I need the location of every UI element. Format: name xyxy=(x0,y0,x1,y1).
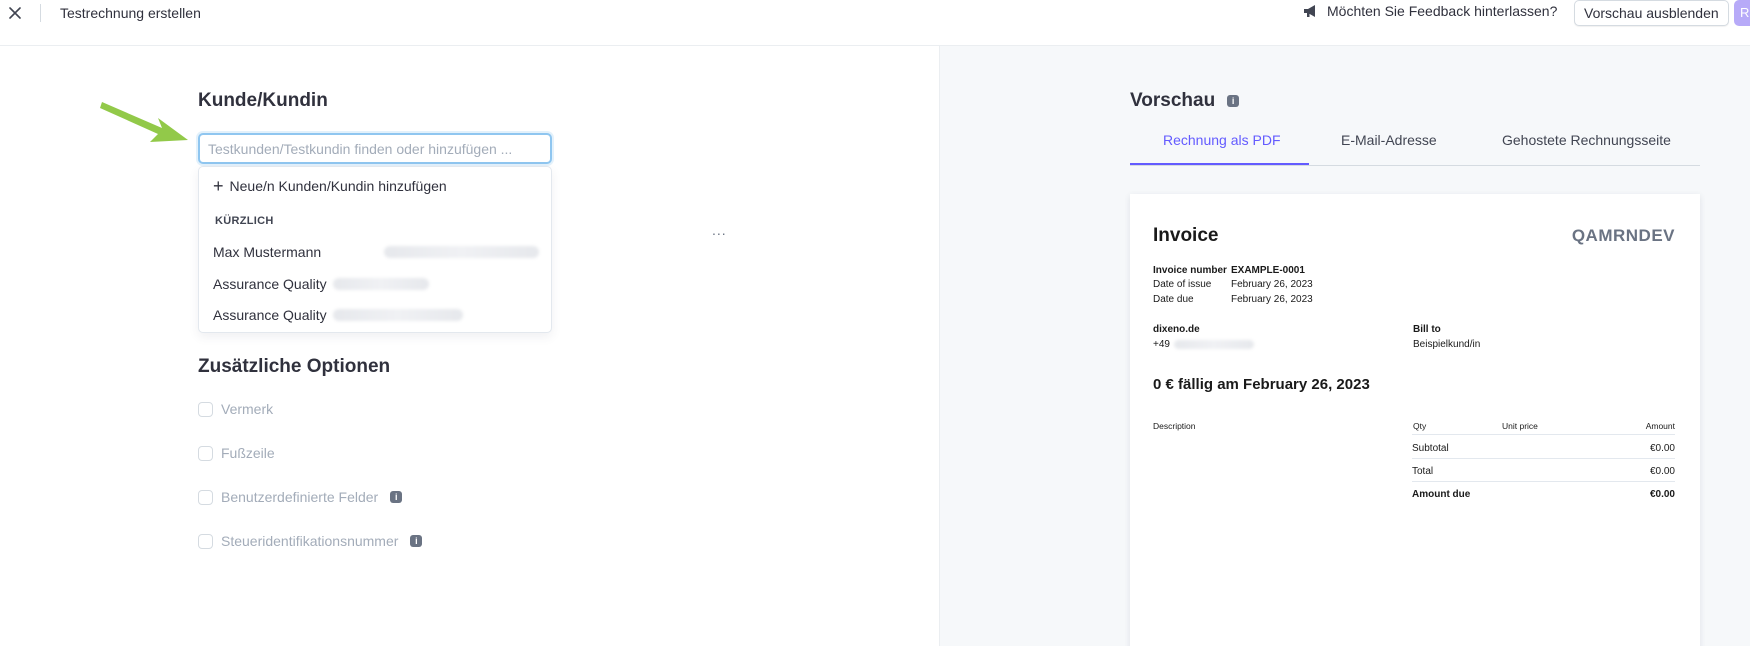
col-qty: Qty xyxy=(1413,421,1427,431)
customer-name: Assurance Quality xyxy=(213,276,327,292)
customer-dropdown: + Neue/n Kunden/Kundin hinzufügen KÜRZLI… xyxy=(198,166,552,333)
recent-label: KÜRZLICH xyxy=(215,215,274,227)
more-options-button[interactable]: ... xyxy=(712,222,727,238)
page-title: Testrechnung erstellen xyxy=(60,5,201,21)
col-unit-price: Unit price xyxy=(1502,421,1538,431)
preview-title-text: Vorschau xyxy=(1130,90,1216,111)
customer-list-item[interactable]: Max Mustermann xyxy=(213,239,539,265)
sender-phone-prefix: +49 xyxy=(1153,339,1170,350)
divider xyxy=(1412,458,1675,459)
info-icon[interactable]: i xyxy=(390,491,403,503)
amount-due-heading: 0 € fällig am February 26, 2023 xyxy=(1153,376,1370,393)
plus-icon: + xyxy=(213,176,224,196)
total-value: €0.00 xyxy=(1649,466,1675,477)
add-customer-label: Neue/n Kunden/Kundin hinzufügen xyxy=(229,178,447,194)
bill-to-label: Bill to xyxy=(1413,324,1441,335)
redacted-email xyxy=(384,246,539,258)
preview-tabs: Rechnung als PDF E-Mail-Adresse Gehostet… xyxy=(1130,126,1700,166)
option-label: Fußzeile xyxy=(221,445,275,461)
tab-pdf[interactable]: Rechnung als PDF xyxy=(1163,132,1281,162)
issue-date-label: Date of issue xyxy=(1153,279,1212,290)
total-label: Total xyxy=(1412,466,1434,477)
issue-date-value: February 26, 2023 xyxy=(1231,279,1313,290)
customer-section-title: Kunde/Kundin xyxy=(198,90,328,111)
amount-due-label: Amount due xyxy=(1412,489,1471,500)
invoice-title: Invoice xyxy=(1153,225,1219,246)
customer-name: Max Mustermann xyxy=(213,244,322,260)
redacted-email xyxy=(332,309,463,321)
annotation-arrow-icon xyxy=(100,102,188,142)
tab-hosted-page[interactable]: Gehostete Rechnungsseite xyxy=(1502,132,1671,162)
option-vermerk[interactable]: Vermerk xyxy=(198,401,273,417)
megaphone-icon xyxy=(1304,5,1315,17)
checkbox[interactable] xyxy=(198,445,213,461)
options-section-title: Zusätzliche Optionen xyxy=(198,356,391,377)
invoice-number-label: Invoice number xyxy=(1153,265,1227,276)
total-row: Total €0.00 xyxy=(1412,466,1675,477)
info-icon[interactable]: i xyxy=(1227,95,1240,107)
invoice-preview: Invoice QAMRNDEV Invoice number EXAMPLE-0… xyxy=(1130,194,1700,646)
preview-title: Vorschau i xyxy=(1130,90,1240,112)
customer-list-item[interactable]: Assurance Quality xyxy=(213,302,539,328)
subtotal-label: Subtotal xyxy=(1412,443,1449,454)
close-button[interactable] xyxy=(4,2,26,24)
due-date-value: February 26, 2023 xyxy=(1231,294,1313,305)
checkbox[interactable] xyxy=(198,401,213,417)
customer-name: Assurance Quality xyxy=(213,307,327,323)
redacted-phone xyxy=(1173,340,1254,349)
hide-preview-button[interactable]: Vorschau ausblenden xyxy=(1574,0,1729,26)
col-description: Description xyxy=(1153,421,1196,431)
invoice-company: QAMRNDEV xyxy=(1571,226,1675,245)
add-customer-option[interactable]: + Neue/n Kunden/Kundin hinzufügen xyxy=(213,177,447,195)
due-date-row: Date due February 26, 2023 xyxy=(1153,294,1313,305)
invoice-number-value: EXAMPLE-0001 xyxy=(1231,265,1305,276)
active-tab-indicator xyxy=(1130,163,1309,165)
divider xyxy=(1412,434,1675,435)
tab-email[interactable]: E-Mail-Adresse xyxy=(1341,132,1437,162)
invoice-number-row: Invoice number EXAMPLE-0001 xyxy=(1153,265,1305,276)
option-label: Benutzerdefinierte Felder xyxy=(221,489,379,505)
option-label: Steueridentifikationsnummer xyxy=(221,533,399,549)
option-custom-fields[interactable]: Benutzerdefinierte Felder i xyxy=(198,489,403,505)
feedback-link[interactable]: Möchten Sie Feedback hinterlassen? xyxy=(1303,3,1557,19)
redacted-email xyxy=(332,278,429,290)
subtotal-value: €0.00 xyxy=(1649,443,1675,454)
feedback-label: Möchten Sie Feedback hinterlassen? xyxy=(1327,3,1558,19)
customer-search-input[interactable] xyxy=(198,133,552,164)
top-bar: Testrechnung erstellen Möchten Sie Feedb… xyxy=(0,0,1750,46)
amount-due-value: €0.00 xyxy=(1649,489,1675,500)
bill-to-value: Beispielkund/in xyxy=(1413,339,1481,350)
due-date-label: Date due xyxy=(1153,294,1194,305)
customer-list-item[interactable]: Assurance Quality xyxy=(213,271,539,297)
divider xyxy=(1412,481,1675,482)
option-label: Vermerk xyxy=(221,401,274,417)
col-amount: Amount xyxy=(1645,421,1675,431)
info-icon[interactable]: i xyxy=(410,535,423,547)
close-icon xyxy=(9,7,21,19)
amount-due-row: Amount due €0.00 xyxy=(1412,489,1675,500)
top-divider xyxy=(40,4,41,22)
checkbox[interactable] xyxy=(198,533,213,549)
primary-action-button[interactable]: R xyxy=(1734,0,1750,26)
sender-phone: +49 xyxy=(1153,339,1254,350)
checkbox[interactable] xyxy=(198,489,213,505)
sender-name: dixeno.de xyxy=(1153,324,1200,335)
option-fusszeile[interactable]: Fußzeile xyxy=(198,445,275,461)
subtotal-row: Subtotal €0.00 xyxy=(1412,443,1675,454)
option-tax-id[interactable]: Steueridentifikationsnummer i xyxy=(198,533,423,549)
issue-date-row: Date of issue February 26, 2023 xyxy=(1153,279,1313,290)
